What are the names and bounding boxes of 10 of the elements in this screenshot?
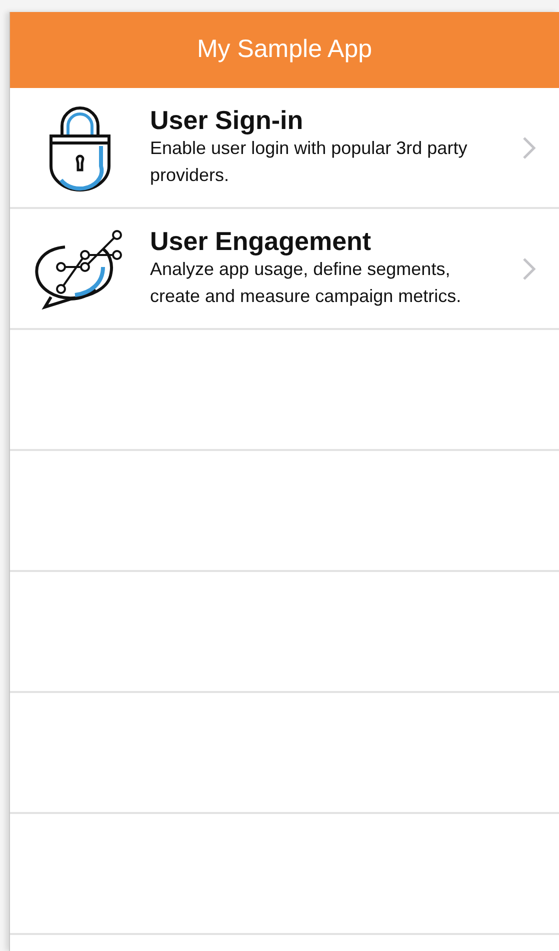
- item-description: Enable user login with popular 3rd party providers.: [150, 137, 468, 188]
- list-item[interactable]: User Engagement Analyze app usage, define segments, create and measure campaign metrics.: [10, 209, 559, 330]
- item-title: User Sign-in: [150, 106, 304, 136]
- list-item[interactable]: User Sign-in Enable user login with popular 3rd party providers.: [10, 88, 559, 209]
- padlock-icon: [48, 104, 112, 192]
- item-description: Analyze app usage, define segments, create and measure campaign metrics.: [150, 258, 462, 308]
- chevron-icon: [521, 134, 537, 160]
- item-title: User Engagement: [150, 226, 372, 256]
- chevron-icon: [521, 256, 537, 282]
- app-title: My Sample App: [196, 34, 372, 66]
